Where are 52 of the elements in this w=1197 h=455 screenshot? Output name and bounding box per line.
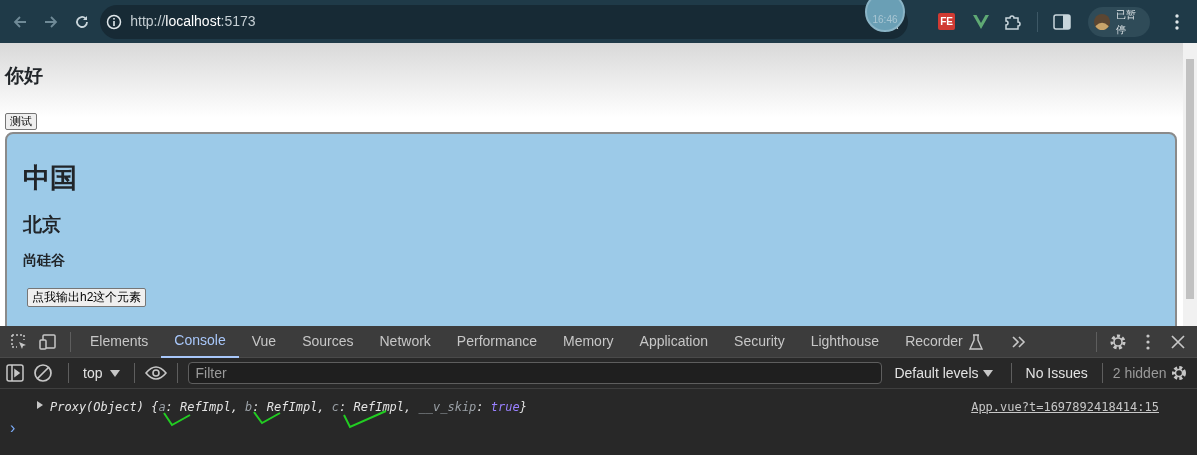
levels-dropdown[interactable]: Default levels <box>886 362 1001 384</box>
context-dropdown[interactable]: top <box>79 362 125 384</box>
flask-icon <box>968 333 983 350</box>
log-message: Proxy(Object) {a: RefImpl, b: RefImpl, c: RefImpl, __v_skip: true} <box>50 399 527 416</box>
devtools-tab[interactable]: Network <box>366 325 444 358</box>
more-icon[interactable] <box>1146 333 1150 350</box>
back-icon[interactable] <box>12 13 29 30</box>
inspect-icon[interactable] <box>10 332 28 351</box>
issues-button[interactable]: No Issues <box>1021 362 1092 384</box>
device-icon[interactable] <box>39 332 59 351</box>
filter-field[interactable]: Filter <box>188 362 883 384</box>
side-panel-icon[interactable] <box>1052 13 1071 30</box>
devtools-tab[interactable]: Console <box>161 325 239 358</box>
devtools-tab[interactable]: Security <box>721 325 798 358</box>
profile-label: 已暂停 <box>1116 7 1138 37</box>
expand-icon[interactable] <box>36 400 44 410</box>
extension-icon[interactable]: FE <box>938 13 956 30</box>
devtools-tab[interactable]: Recorder <box>892 325 996 358</box>
profile-button[interactable]: 已暂停 <box>1088 6 1151 37</box>
url-text: http://localhost:5173 <box>130 12 256 31</box>
eye-icon[interactable] <box>145 366 168 380</box>
info-icon[interactable] <box>106 13 123 30</box>
settings-icon[interactable] <box>1170 364 1189 382</box>
hidden-count: 2 hidden <box>1112 363 1167 383</box>
avatar-icon <box>1094 11 1111 32</box>
devtools-tab[interactable]: Application <box>626 325 722 358</box>
page-heading: 你好 <box>5 64 44 88</box>
card-title: 中国 <box>23 161 78 194</box>
devtools-tab[interactable]: Elements <box>77 325 162 358</box>
close-icon[interactable] <box>1171 334 1185 349</box>
output-button[interactable]: 点我输出h2这个元素 <box>27 288 147 308</box>
more-tabs-icon[interactable] <box>1010 334 1027 349</box>
caret-icon <box>982 369 993 377</box>
caret-icon <box>110 369 121 377</box>
source-link[interactable]: App.vue?t=1697892418414:15 <box>971 398 1159 416</box>
devtools-tab[interactable]: Vue <box>238 325 290 358</box>
reload-icon[interactable] <box>73 13 90 30</box>
clear-icon[interactable] <box>33 363 53 383</box>
menu-icon[interactable] <box>1174 13 1179 30</box>
devtools-tab[interactable]: Memory <box>550 325 627 358</box>
scrollbar[interactable] <box>1183 43 1197 326</box>
vee-icon[interactable] <box>972 13 991 30</box>
puzzle-icon[interactable] <box>1003 12 1022 31</box>
devtools-tab[interactable]: Performance <box>443 325 550 358</box>
console-prompt[interactable]: › <box>10 419 16 436</box>
card-caption: 尚硅谷 <box>23 251 66 269</box>
devtools-tab[interactable]: Sources <box>289 325 367 358</box>
test-button[interactable]: 测试 <box>5 112 37 130</box>
card-subtitle: 北京 <box>23 213 62 237</box>
devtools-tab[interactable]: Lighthouse <box>797 325 893 358</box>
forward-icon[interactable] <box>43 13 60 30</box>
sidebar-icon[interactable] <box>6 364 24 382</box>
